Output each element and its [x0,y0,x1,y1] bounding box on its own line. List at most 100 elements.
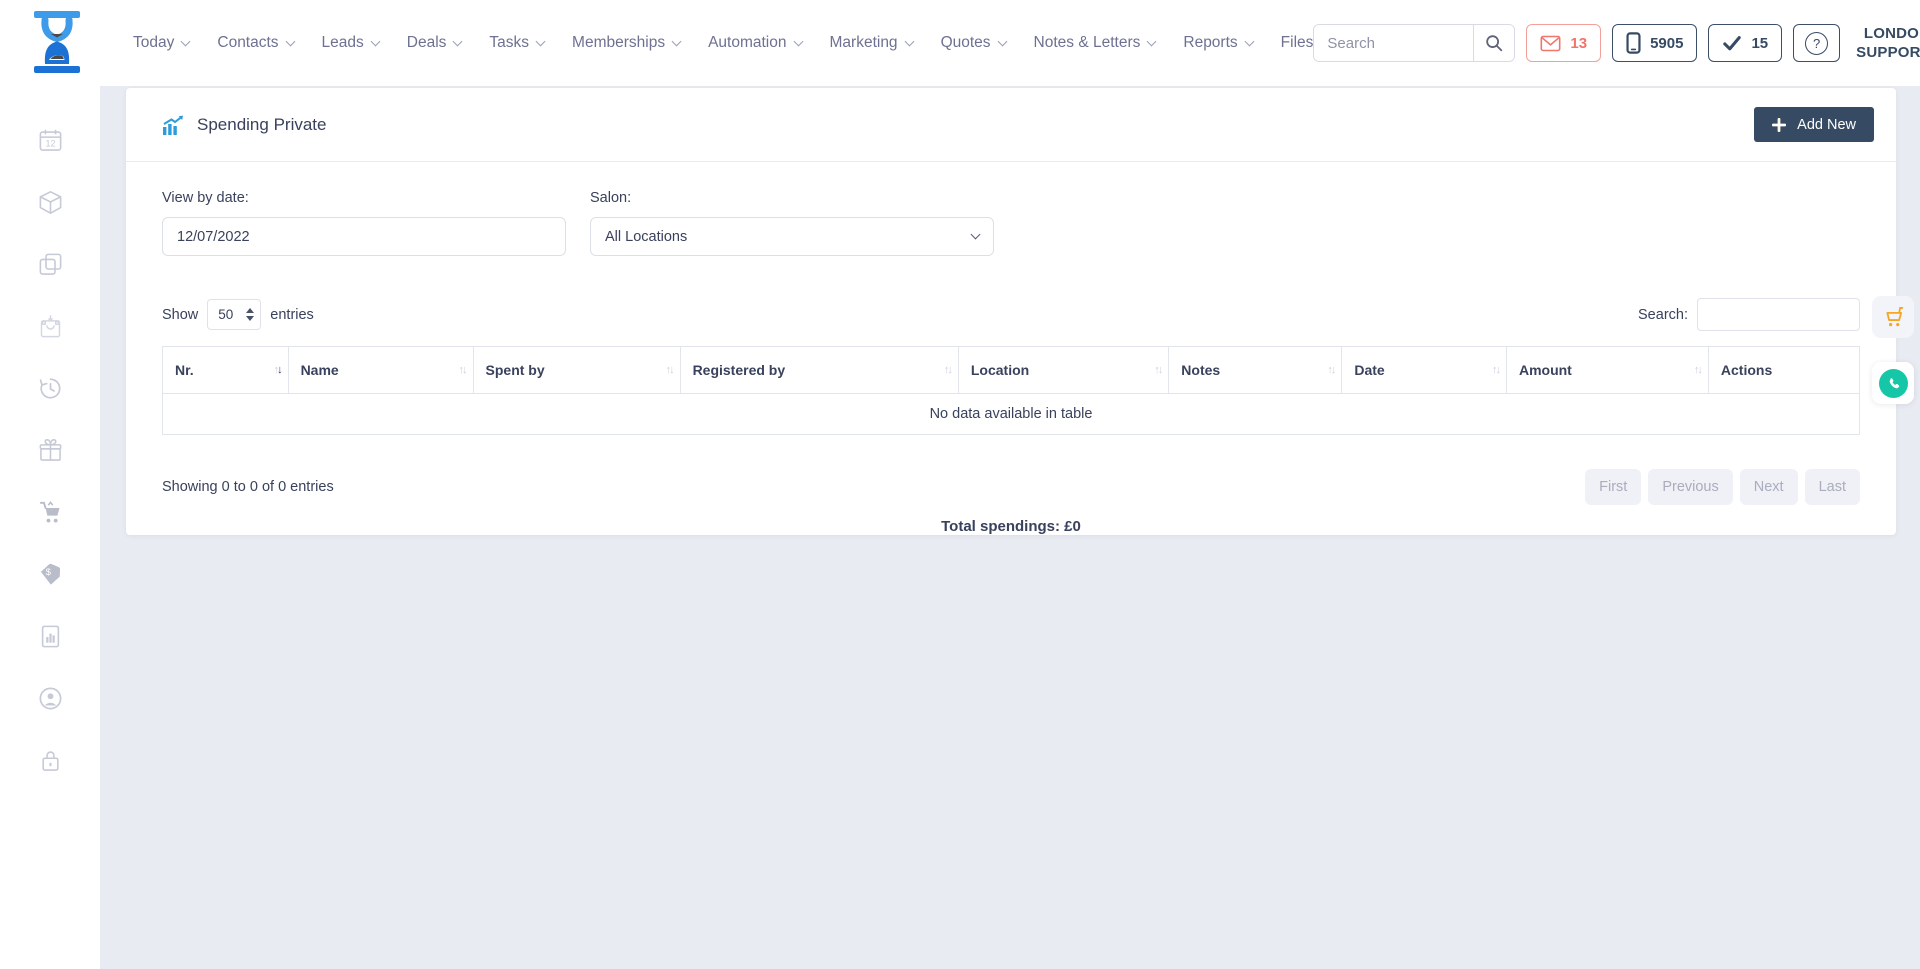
sidebar-item-register[interactable] [30,306,70,346]
column-label: Spent by [486,362,545,378]
menu-label: Reports [1183,34,1237,52]
menu-label: Marketing [830,34,898,52]
menu-item-leads[interactable]: Leads [322,34,379,52]
sort-icon: ↑↓ [1154,364,1161,376]
pagination-next-button[interactable]: Next [1740,469,1798,505]
chevron-down-icon [536,36,546,46]
tasks-count: 15 [1751,35,1768,52]
entries-label: entries [270,307,314,323]
column-header-notes[interactable]: Notes↑↓ [1169,347,1342,394]
total-spendings-text: Total spendings: £0 [162,518,1860,535]
left-sidebar: 12 $ [0,86,100,969]
menu-label: Quotes [941,34,991,52]
date-filter-label: View by date: [162,190,566,206]
user-name[interactable]: LONDON SUPPORT [1856,24,1920,63]
column-header-name[interactable]: Name↑↓ [288,347,473,394]
floating-phone-button[interactable] [1872,362,1914,404]
menu-item-tasks[interactable]: Tasks [489,34,544,52]
sidebar-item-history[interactable] [30,368,70,408]
app-logo-hourglass-icon[interactable] [25,8,89,78]
help-button[interactable]: ? [1793,24,1840,62]
products-cube-icon [37,189,64,216]
page-title: Spending Private [197,115,326,135]
lock-icon [37,747,64,774]
menu-label: Leads [322,34,364,52]
floating-cart-button[interactable] [1872,296,1914,338]
menu-label: Tasks [489,34,529,52]
check-icon [1722,34,1742,52]
menu-item-deals[interactable]: Deals [407,34,462,52]
menu-item-files[interactable]: Files [1281,34,1314,52]
phone-circle [1879,369,1908,398]
menu-item-notes-letters[interactable]: Notes & Letters [1034,34,1156,52]
chevron-down-icon [453,36,463,46]
chevron-down-icon [672,36,682,46]
tasks-badge[interactable]: 15 [1708,24,1782,62]
global-search [1313,24,1515,62]
chevron-down-icon [997,36,1007,46]
phone-badge[interactable]: 5905 [1612,24,1697,62]
sidebar-item-products[interactable] [30,182,70,222]
column-header-registered-by[interactable]: Registered by↑↓ [680,347,958,394]
sidebar-item-pricing[interactable]: $ [30,554,70,594]
column-label: Registered by [693,362,786,378]
sort-icon: ↑↓ [274,364,281,376]
spending-card: Spending Private Add New View by date: S… [126,88,1896,535]
filters-row: View by date: Salon: All Locations [162,190,1860,256]
pagination-first-button[interactable]: First [1585,469,1641,505]
column-header-spent-by[interactable]: Spent by↑↓ [473,347,680,394]
sidebar-item-gift[interactable] [30,430,70,470]
sort-icon: ↑↓ [1492,364,1499,376]
phone-count: 5905 [1650,35,1683,52]
sidebar-item-reports[interactable] [30,616,70,656]
page-size-select[interactable]: 50 [207,299,261,330]
column-label: Notes [1181,362,1220,378]
sort-icon: ↑↓ [1694,364,1701,376]
history-icon [37,375,64,402]
chart-up-icon [162,115,184,135]
menu-item-quotes[interactable]: Quotes [941,34,1006,52]
salon-filter: Salon: All Locations [590,190,994,256]
column-header-actions: Actions [1708,347,1859,394]
column-label: Actions [1721,362,1772,378]
main-content: Spending Private Add New View by date: S… [100,86,1920,969]
menu-label: Files [1281,34,1314,52]
menu-item-marketing[interactable]: Marketing [830,34,913,52]
menu-item-reports[interactable]: Reports [1183,34,1252,52]
search-button[interactable] [1473,25,1514,61]
menu-label: Notes & Letters [1034,34,1141,52]
menu-label: Memberships [572,34,665,52]
chevron-down-icon [181,36,191,46]
sidebar-item-calendar[interactable]: 12 [30,120,70,160]
pagination-previous-button[interactable]: Previous [1648,469,1732,505]
show-label: Show [162,307,198,323]
spending-table: Nr.↑↓ Name↑↓ Spent by↑↓ Registered by↑↓ … [162,346,1860,435]
column-header-location[interactable]: Location↑↓ [958,347,1168,394]
column-label: Amount [1519,362,1572,378]
table-search-input[interactable] [1697,298,1860,331]
menu-item-memberships[interactable]: Memberships [572,34,680,52]
menu-item-today[interactable]: Today [133,34,189,52]
main-menu: Today Contacts Leads Deals Tasks Members… [133,34,1313,52]
global-search-input[interactable] [1314,25,1473,61]
menu-item-contacts[interactable]: Contacts [217,34,293,52]
pagination-last-button[interactable]: Last [1805,469,1860,505]
column-header-amount[interactable]: Amount ↑↓ [1506,347,1708,394]
sidebar-item-private[interactable] [30,740,70,780]
add-new-button[interactable]: Add New [1754,107,1874,142]
salon-select-wrap: All Locations [590,217,994,256]
sort-icon: ↑↓ [459,364,466,376]
price-tag-icon: $ [37,561,64,588]
messages-badge[interactable]: 13 [1526,24,1601,62]
menu-item-automation[interactable]: Automation [708,34,801,52]
salon-select[interactable]: All Locations [590,217,994,256]
sidebar-item-copy[interactable] [30,244,70,284]
column-header-nr[interactable]: Nr.↑↓ [163,347,289,394]
column-header-date[interactable]: Date↑↓ [1342,347,1507,394]
sidebar-item-support[interactable] [30,678,70,718]
sidebar-item-cart[interactable] [30,492,70,532]
messages-count: 13 [1570,35,1587,52]
calendar-icon: 12 [37,127,64,154]
chevron-down-icon [1244,36,1254,46]
date-input[interactable] [162,217,566,256]
